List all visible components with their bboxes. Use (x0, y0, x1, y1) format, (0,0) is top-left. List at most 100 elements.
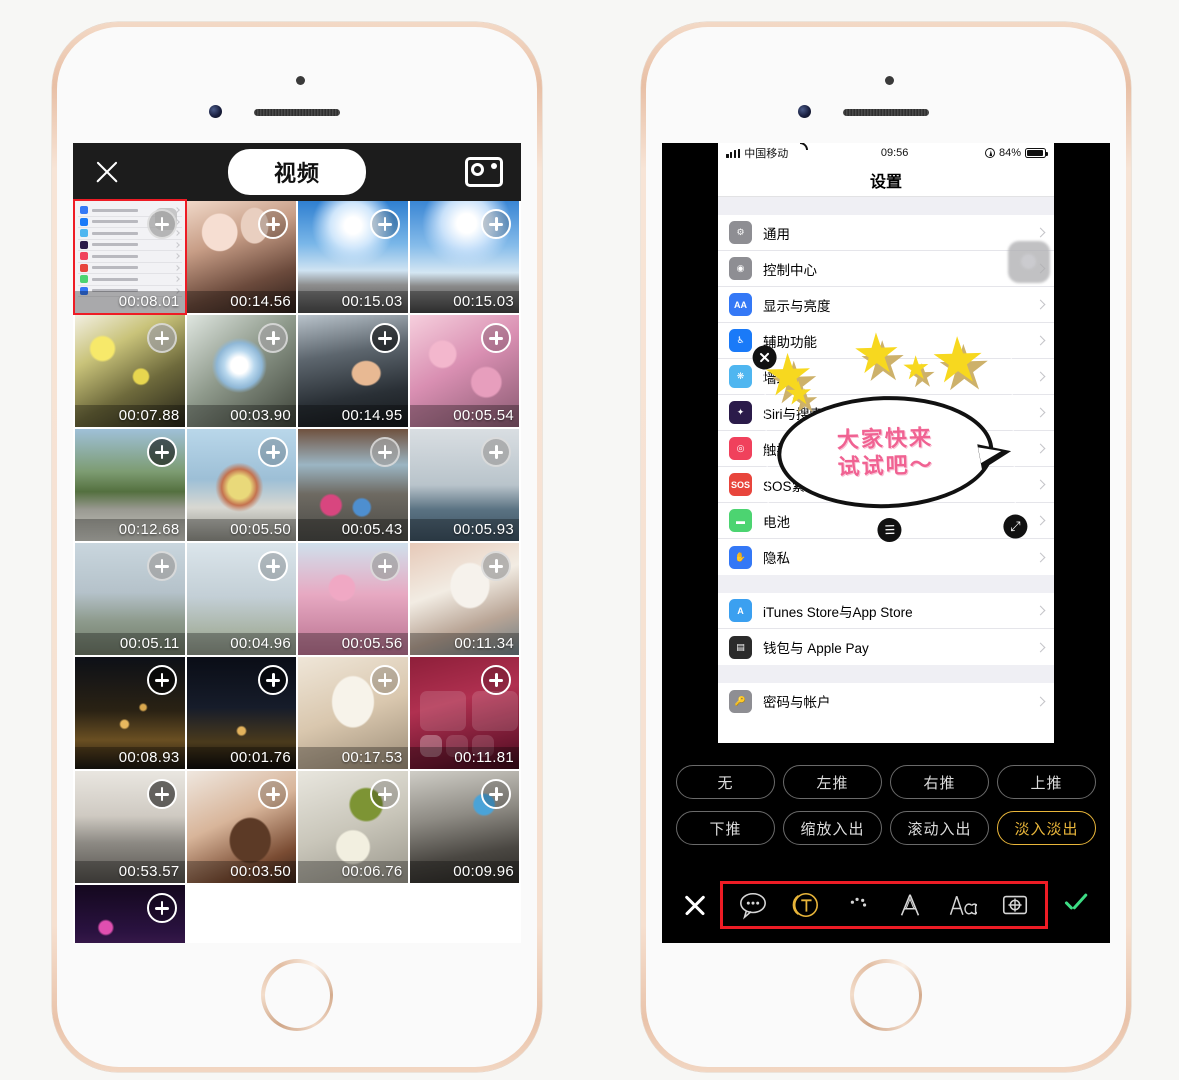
add-video-icon[interactable] (481, 779, 511, 809)
video-duration: 00:04.96 (186, 633, 296, 655)
add-video-icon[interactable] (481, 437, 511, 467)
video-thumbnail[interactable]: 00:05.56 (298, 543, 408, 655)
confirm-check-icon[interactable] (1060, 890, 1090, 920)
animation-icon[interactable] (998, 888, 1032, 922)
video-thumbnail[interactable]: 00:05.43 (298, 429, 408, 541)
chevron-right-icon (1035, 696, 1046, 706)
add-video-icon[interactable] (369, 665, 400, 695)
settings-row[interactable]: ⚙ 通用 (718, 215, 1054, 251)
add-video-icon[interactable] (369, 323, 400, 353)
video-thumbnail[interactable]: 00:12.68 (75, 429, 185, 541)
add-video-icon[interactable] (258, 665, 288, 695)
add-video-icon[interactable] (258, 323, 288, 353)
settings-row[interactable]: ◉ 控制中心 (718, 251, 1054, 287)
settings-row[interactable]: ▤ 钱包与 Apple Pay (718, 629, 1054, 665)
settings-row[interactable]: AA 显示与亮度 (718, 287, 1054, 323)
add-video-icon[interactable] (146, 665, 177, 695)
video-thumbnail[interactable]: 00:08.01 (73, 199, 187, 315)
sticker-text-line1: 大家快来 (836, 424, 934, 453)
video-thumbnail[interactable]: 00:04.96 (186, 543, 296, 655)
video-thumbnail[interactable]: 00:15.03 (409, 201, 519, 313)
animation-button[interactable]: 滚动入出 (890, 811, 989, 845)
right-phone-screen: 中国移动 09:56 84% 设置 ⚙通用◉控制中心AA显示与亮度♿辅助功能❋墙… (662, 143, 1110, 943)
video-thumbnail[interactable]: 00:05.11 (75, 543, 185, 655)
add-video-icon[interactable] (146, 551, 177, 581)
video-thumbnail[interactable]: 00:05.54 (409, 315, 519, 427)
battery-icon (1024, 148, 1048, 158)
video-thumbnail[interactable]: 00:05.93 (409, 429, 519, 541)
add-video-icon[interactable] (369, 779, 400, 809)
add-video-icon[interactable] (258, 551, 288, 581)
animation-button[interactable]: 左推 (783, 765, 882, 799)
add-video-icon[interactable] (481, 209, 511, 239)
add-video-icon[interactable] (481, 323, 511, 353)
video-thumbnail[interactable] (75, 885, 185, 943)
add-video-icon[interactable] (258, 209, 288, 239)
video-thumbnail[interactable]: 00:14.95 (298, 315, 408, 427)
add-video-icon[interactable] (258, 437, 288, 467)
video-preview[interactable]: 中国移动 09:56 84% 设置 ⚙通用◉控制中心AA显示与亮度♿辅助功能❋墙… (718, 143, 1054, 743)
add-video-icon[interactable] (369, 437, 400, 467)
video-duration: 00:06.76 (298, 861, 408, 883)
video-thumbnail[interactable]: 00:11.34 (409, 543, 519, 655)
text-style-icon[interactable] (788, 888, 822, 922)
video-thumbnail[interactable]: 00:07.88 (75, 315, 185, 427)
add-video-icon[interactable] (146, 437, 177, 467)
camera-icon[interactable] (465, 157, 503, 187)
sos-icon: SOS (729, 473, 752, 496)
text-sticker[interactable]: 大家快来 试试吧～ ⤢ ☰ (752, 350, 1028, 543)
video-duration: 00:05.11 (75, 633, 185, 655)
add-video-icon[interactable] (258, 779, 288, 809)
add-video-icon[interactable] (146, 209, 177, 239)
cancel-icon[interactable] (682, 892, 708, 918)
add-video-icon[interactable] (146, 323, 177, 353)
video-thumbnail[interactable]: 00:05.50 (186, 429, 296, 541)
animation-button[interactable]: 缩放入出 (783, 811, 882, 845)
location-icon (984, 148, 995, 158)
settings-row-label: 钱包与 Apple Pay (763, 641, 869, 656)
add-video-icon[interactable] (481, 665, 511, 695)
chevron-right-icon (1035, 335, 1046, 346)
video-thumbnail[interactable]: 00:14.56 (186, 201, 296, 313)
video-thumbnail[interactable]: 00:08.93 (75, 657, 185, 769)
font-size-icon[interactable] (945, 888, 979, 922)
video-thumbnail[interactable]: 00:53.57 (75, 771, 185, 883)
animation-button[interactable]: 无 (676, 765, 775, 799)
video-thumbnail[interactable]: 00:15.03 (298, 201, 408, 313)
proximity-sensor-icon (296, 76, 305, 85)
video-thumbnail[interactable]: 00:17.53 (298, 657, 408, 769)
add-video-icon[interactable] (146, 893, 177, 923)
animation-button[interactable]: 下推 (676, 811, 775, 845)
home-button[interactable] (261, 959, 333, 1031)
add-video-icon[interactable] (369, 209, 400, 239)
video-thumbnail[interactable]: 00:03.50 (186, 771, 296, 883)
palette-icon[interactable] (841, 888, 875, 922)
close-icon[interactable] (91, 156, 123, 188)
add-video-icon[interactable] (146, 779, 177, 809)
video-duration: 00:53.57 (75, 861, 185, 883)
home-button[interactable] (850, 959, 922, 1031)
video-thumbnail[interactable]: 00:03.90 (186, 315, 296, 427)
settings-row[interactable]: AiTunes Store与App Store (718, 593, 1054, 629)
animation-options: 无左推 右推 上推 下推 缩放入出 滚动入出 淡入淡出 (662, 743, 1110, 867)
video-thumbnail[interactable]: 00:01.76 (186, 657, 296, 769)
video-thumbnail[interactable]: 00:06.76 (298, 771, 408, 883)
settings-row[interactable]: ✋ 隐私 (718, 539, 1054, 575)
app-store-icon: A (729, 599, 752, 622)
video-duration: 00:05.50 (186, 519, 296, 541)
settings-row[interactable]: 🔑 密码与帐户 (718, 683, 1054, 719)
animation-button[interactable]: 淡入淡出 (997, 811, 1096, 845)
wifi-icon (792, 149, 804, 158)
speech-bubble-icon[interactable] (736, 888, 770, 922)
earpiece-speaker-icon (254, 109, 340, 116)
animation-button[interactable]: 右推 (890, 765, 989, 799)
video-duration: 00:11.34 (409, 633, 519, 655)
animation-button[interactable]: 上推 (997, 765, 1096, 799)
outline-text-icon[interactable] (893, 888, 927, 922)
tab-video[interactable]: 视频 (227, 149, 367, 195)
settings-row-label: iTunes Store与App Store (763, 604, 913, 620)
add-video-icon[interactable] (481, 551, 511, 581)
video-thumbnail[interactable]: 00:09.96 (409, 771, 519, 883)
add-video-icon[interactable] (369, 551, 400, 581)
video-thumbnail[interactable]: 00:11.81 (409, 657, 519, 769)
